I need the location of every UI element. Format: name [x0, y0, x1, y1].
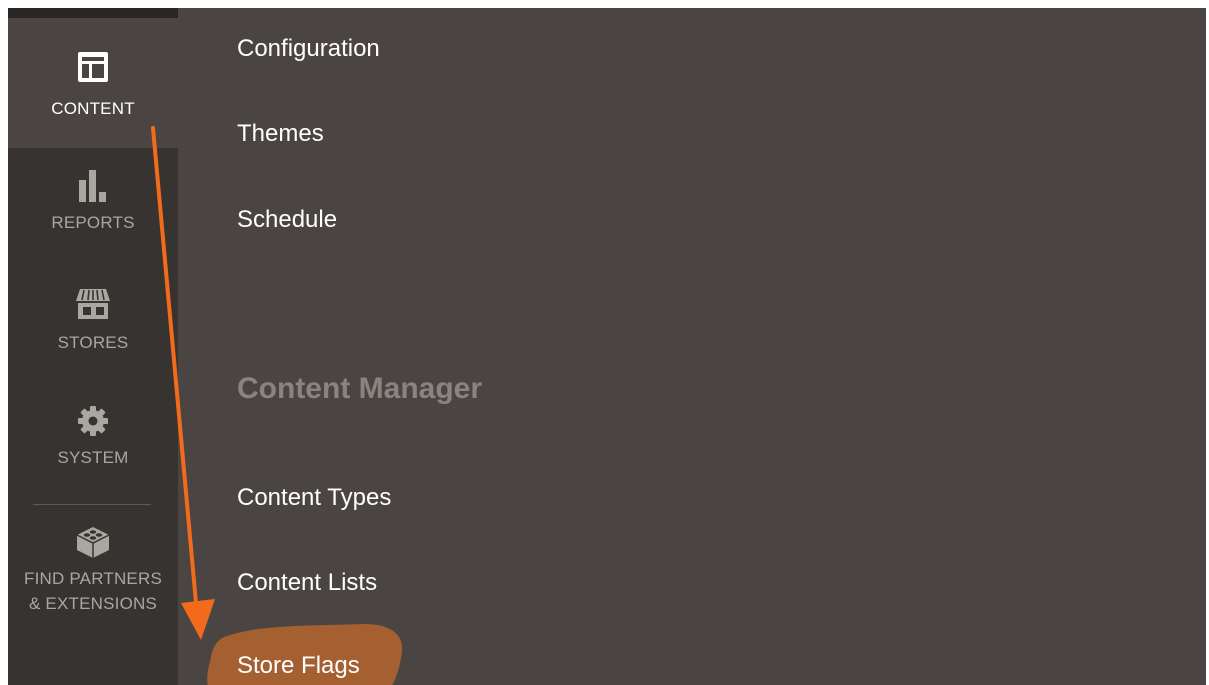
- sidebar-item-label-find-partners: FIND PARTNERS: [24, 569, 162, 588]
- gear-icon: [78, 406, 108, 436]
- bar-chart-icon: [79, 170, 106, 202]
- sidebar-item-label-system: SYSTEM: [57, 448, 129, 467]
- sidebar-item-stores[interactable]: STORES: [8, 288, 178, 368]
- admin-sidebar: CONTENT REPORTS STORES SYSTEM FIND PARTN…: [8, 8, 178, 685]
- sidebar-item-label-extensions: & EXTENSIONS: [28, 594, 158, 613]
- sidebar-item-label-stores: STORES: [57, 333, 129, 352]
- storefront-icon: [76, 289, 110, 319]
- layout-icon: [78, 52, 108, 82]
- admin-menu-frame: Configuration Themes Schedule Content Ma…: [8, 8, 1206, 685]
- submenu-link-content-types[interactable]: Content Types: [237, 483, 391, 513]
- sidebar-top-strip: [8, 8, 178, 18]
- sidebar-item-content[interactable]: CONTENT: [8, 18, 178, 148]
- content-submenu-panel: Configuration Themes Schedule Content Ma…: [178, 8, 1206, 685]
- sidebar-divider: [33, 504, 151, 505]
- submenu-link-configuration[interactable]: Configuration: [237, 34, 380, 64]
- submenu-link-store-flags[interactable]: Store Flags: [237, 651, 360, 681]
- section-title-content-manager: Content Manager: [237, 372, 483, 405]
- sidebar-item-find-partners[interactable]: FIND PARTNERS & EXTENSIONS: [8, 524, 178, 634]
- sidebar-item-system[interactable]: SYSTEM: [8, 405, 178, 485]
- submenu-link-schedule[interactable]: Schedule: [237, 205, 337, 235]
- sidebar-item-label-content: CONTENT: [51, 99, 135, 118]
- sidebar-item-label-reports: REPORTS: [51, 213, 135, 232]
- submenu-link-themes[interactable]: Themes: [237, 119, 324, 149]
- submenu-link-content-lists[interactable]: Content Lists: [237, 568, 377, 598]
- lego-brick-icon: [76, 527, 110, 558]
- sidebar-item-reports[interactable]: REPORTS: [8, 168, 178, 248]
